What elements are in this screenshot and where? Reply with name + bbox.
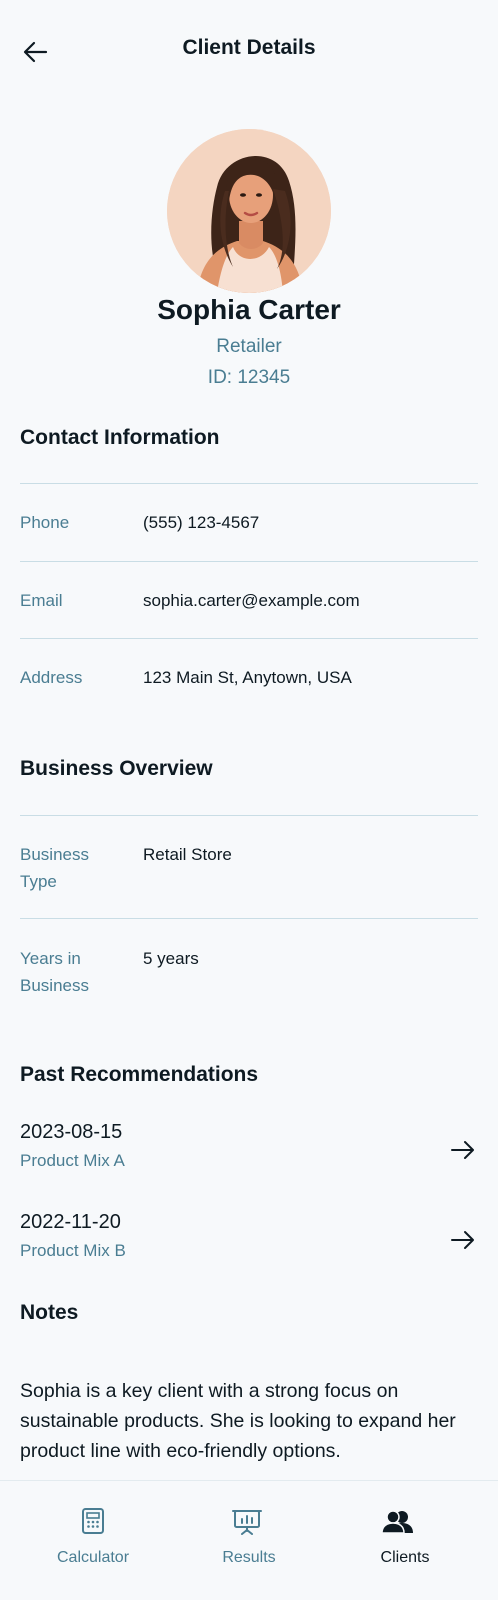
nav-label: Clients <box>380 1549 430 1566</box>
address-label: Address <box>20 668 83 687</box>
nav-item-results[interactable]: Results <box>166 1481 332 1600</box>
business-type-value: Retail Store <box>143 845 232 864</box>
client-role: Retailer <box>216 336 282 357</box>
client-details-screen: Client Details Sophia Carter Retailer ID… <box>0 0 498 1600</box>
arrow-right-icon <box>451 1141 474 1159</box>
calculator-icon <box>82 1508 104 1534</box>
business-type-label: Business Type <box>20 845 89 891</box>
recommendation-item[interactable]: 2022-11-20 Product Mix B <box>20 1211 478 1275</box>
recommendation-date: 2022-11-20 <box>20 1211 121 1233</box>
divider <box>20 815 478 816</box>
divider <box>20 483 478 484</box>
phone-value: (555) 123-4567 <box>143 513 260 532</box>
bottom-nav: Calculator Results Clients <box>0 1480 498 1600</box>
nav-item-calculator[interactable]: Calculator <box>10 1481 176 1600</box>
email-label: Email <box>20 591 63 610</box>
years-in-business-label: Years in Business <box>20 949 89 995</box>
notes-section-title: Notes <box>20 1301 79 1324</box>
nav-label: Results <box>222 1549 276 1566</box>
nav-item-clients[interactable]: Clients <box>322 1481 488 1600</box>
recommendation-product: Product Mix A <box>20 1151 125 1170</box>
notes-text: Sophia is a key client with a strong foc… <box>20 1380 456 1462</box>
users-icon <box>382 1510 413 1534</box>
page-title: Client Details <box>182 36 316 59</box>
client-id: ID: 12345 <box>207 367 291 388</box>
header: Client Details <box>0 0 498 100</box>
recommendation-product: Product Mix B <box>20 1241 126 1260</box>
divider <box>20 918 478 919</box>
nav-label: Calculator <box>56 1549 130 1566</box>
avatar <box>167 129 331 293</box>
client-name: Sophia Carter <box>157 294 341 325</box>
arrow-right-icon <box>451 1231 474 1249</box>
contact-section-title: Contact Information <box>20 426 220 449</box>
recommendation-date: 2023-08-15 <box>20 1121 123 1143</box>
business-section-title: Business Overview <box>20 757 213 780</box>
phone-label: Phone <box>20 513 70 532</box>
recommendation-item[interactable]: 2023-08-15 Product Mix A <box>20 1121 478 1185</box>
years-in-business-value: 5 years <box>143 949 199 968</box>
recommendations-section-title: Past Recommendations <box>20 1063 259 1086</box>
presentation-chart-icon <box>232 1510 262 1535</box>
divider <box>20 561 478 562</box>
divider <box>20 638 478 639</box>
email-value: sophia.carter@example.com <box>143 591 360 610</box>
address-value: 123 Main St, Anytown, USA <box>143 668 352 687</box>
